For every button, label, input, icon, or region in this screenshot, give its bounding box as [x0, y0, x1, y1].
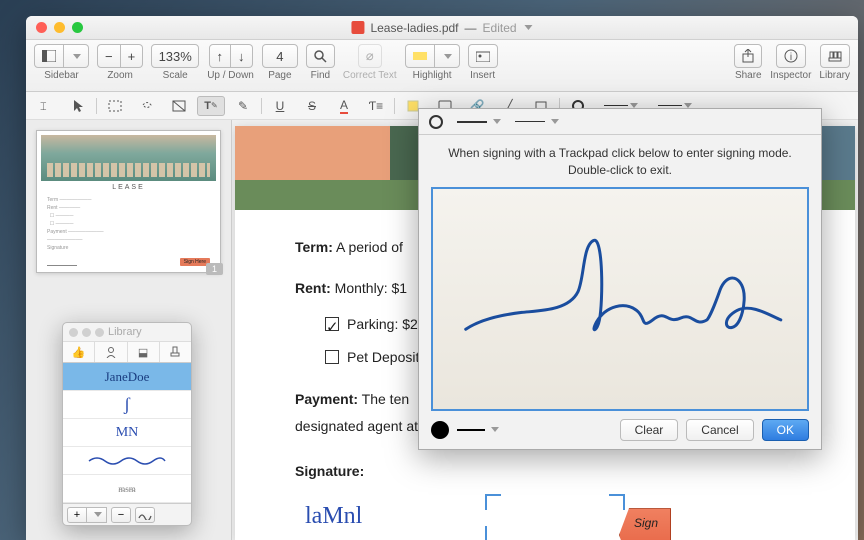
text-select-tool[interactable]: ⌶ — [32, 96, 60, 116]
ok-button[interactable]: OK — [762, 419, 809, 441]
sig-line-style[interactable] — [453, 119, 501, 124]
lib-zoom-button[interactable] — [95, 328, 104, 337]
sig-stroke-ring[interactable] — [429, 115, 443, 129]
sig-thickness-dropdown[interactable] — [457, 427, 499, 432]
sign-here-tag: Sign Here — [619, 508, 671, 540]
close-window-button[interactable] — [36, 22, 47, 33]
svg-text:i: i — [790, 52, 792, 63]
term-label: Term: — [295, 239, 333, 255]
sig-msg-2: Double-click to exit. — [439, 162, 801, 179]
pet-checkbox[interactable] — [325, 350, 339, 364]
svg-text:⌶: ⌶ — [40, 101, 47, 113]
move-tool[interactable] — [64, 96, 92, 116]
page-label: Page — [268, 70, 291, 81]
highlight-label: Highlight — [413, 70, 452, 81]
signature-drawing — [433, 189, 807, 398]
sig-color-swatch[interactable] — [431, 421, 449, 439]
mask-tool[interactable] — [165, 96, 193, 116]
lib-add-dropdown[interactable] — [87, 507, 107, 523]
thumb-title: LEASE — [41, 181, 216, 194]
correct-label: Correct Text — [343, 70, 397, 81]
zoom-window-button[interactable] — [72, 22, 83, 33]
sidebar-toggle-button[interactable] — [34, 44, 64, 68]
share-label: Share — [735, 70, 762, 81]
inspector-button[interactable]: i — [776, 44, 806, 68]
pet-text: Pet Deposit — [347, 349, 419, 365]
lib-tab-people[interactable] — [95, 342, 127, 362]
find-label: Find — [311, 70, 330, 81]
strikethrough-tool[interactable]: S — [298, 96, 326, 116]
pdf-file-icon — [351, 21, 364, 34]
lib-signature-5[interactable]: ᵯᵴᵯ — [63, 475, 191, 503]
insert-label: Insert — [470, 70, 495, 81]
sig-msg-1: When signing with a Trackpad click below… — [439, 145, 801, 162]
highlight-dropdown[interactable] — [435, 44, 460, 68]
parking-checkbox[interactable] — [325, 317, 339, 331]
title-separator: — — [465, 21, 477, 35]
signature-label: Signature: — [295, 463, 364, 479]
text-tool[interactable]: T✎ — [197, 96, 225, 116]
zoom-label: Zoom — [107, 70, 133, 81]
zoom-out-button[interactable]: − — [97, 44, 121, 68]
titlebar: Lease-ladies.pdf — Edited — [26, 16, 858, 40]
lib-remove-button[interactable]: − — [111, 507, 131, 523]
library-panel: Library 👍 ⬓ JaneDoe ʃ MN ᵯᵴᵯ + − — [62, 322, 192, 526]
signature-field-2[interactable]: Sign Here — [485, 494, 625, 540]
correct-text-button: ⌀ — [358, 44, 382, 68]
zoom-in-button[interactable]: + — [121, 44, 144, 68]
signature-pad[interactable] — [431, 187, 809, 411]
find-button[interactable] — [306, 44, 335, 68]
text-size-tool[interactable]: Ƭ≡ — [362, 96, 390, 116]
lib-signature-1[interactable]: JaneDoe — [63, 363, 191, 391]
share-button[interactable] — [734, 44, 762, 68]
payment-label: Payment: — [295, 391, 358, 407]
annotate-tool[interactable]: ✎ — [229, 96, 257, 116]
underline-tool[interactable]: U — [266, 96, 294, 116]
insert-button[interactable] — [468, 44, 498, 68]
lib-tab-favorites[interactable]: 👍 — [63, 342, 95, 362]
signature-field-1[interactable]: laMnl — [295, 502, 445, 540]
payment-text: The ten — [362, 391, 409, 407]
updown-label: Up / Down — [207, 70, 254, 81]
minimize-window-button[interactable] — [54, 22, 65, 33]
clear-button[interactable]: Clear — [620, 419, 679, 441]
thumb-page-num: 1 — [206, 263, 223, 275]
lib-signature-4[interactable] — [63, 447, 191, 475]
zoom-value-field[interactable]: 133% — [151, 44, 199, 68]
term-text: A period of — [336, 239, 403, 255]
title-dropdown-icon[interactable] — [525, 25, 533, 30]
sidebar-label: Sidebar — [44, 70, 78, 81]
rent-label: Rent: — [295, 280, 331, 296]
rent-text: Monthly: $1 — [335, 280, 407, 296]
page-number-field[interactable]: 4 — [262, 44, 298, 68]
page-thumbnail[interactable]: LEASE Term ─────────Rent ────── ☐ ───── … — [36, 130, 221, 273]
edited-status: Edited — [483, 21, 517, 35]
page-up-button[interactable]: ↑ — [209, 44, 232, 68]
parking-text: Parking: $2 — [347, 316, 418, 332]
lib-add-button[interactable]: + — [67, 507, 87, 523]
document-title: Lease-ladies.pdf — [370, 21, 458, 35]
lib-title-text: Library — [108, 326, 142, 338]
text-color-tool[interactable]: A — [330, 96, 358, 116]
lib-min-button[interactable] — [82, 328, 91, 337]
library-button[interactable] — [820, 44, 850, 68]
page-down-button[interactable]: ↓ — [231, 44, 253, 68]
lib-tab-stamps[interactable] — [160, 342, 191, 362]
highlight-button[interactable] — [405, 44, 435, 68]
signature-dialog: When signing with a Trackpad click below… — [418, 108, 822, 450]
sig-arrow-style[interactable] — [511, 119, 559, 124]
lasso-tool[interactable] — [133, 96, 161, 116]
lib-sign-button[interactable] — [135, 507, 155, 523]
cancel-button[interactable]: Cancel — [686, 419, 753, 441]
library-label: Library — [819, 70, 850, 81]
main-toolbar: Sidebar − + Zoom 133% Scale ↑ ↓ Up / Dow… — [26, 40, 858, 92]
lib-signature-3[interactable]: MN — [63, 419, 191, 447]
lib-close-button[interactable] — [69, 328, 78, 337]
lib-signature-2[interactable]: ʃ — [63, 391, 191, 419]
inspector-label: Inspector — [770, 70, 811, 81]
rect-select-tool[interactable] — [101, 96, 129, 116]
lib-tab-annotations[interactable]: ⬓ — [128, 342, 160, 362]
scale-label: Scale — [163, 70, 188, 81]
sidebar-mode-dropdown[interactable] — [64, 44, 89, 68]
